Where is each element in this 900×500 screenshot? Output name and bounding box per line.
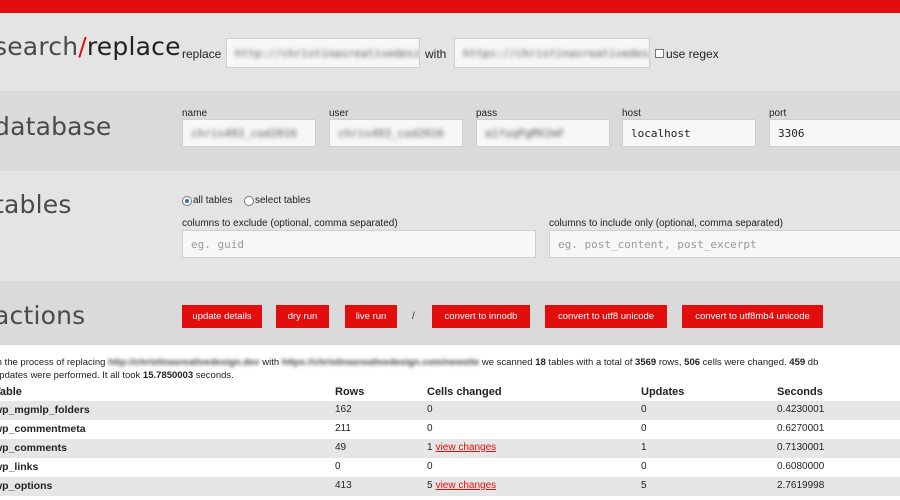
cells-changed-value: 0 bbox=[427, 461, 433, 472]
rows-cell: 211 bbox=[335, 423, 351, 434]
rows-cell: 162 bbox=[335, 404, 352, 415]
cells-changed-value: 1 bbox=[427, 442, 433, 453]
view-changes-link[interactable]: view changes bbox=[436, 442, 497, 453]
updates-cell: 0 bbox=[641, 461, 647, 472]
use-regex-checkbox[interactable] bbox=[655, 49, 664, 58]
col-header-table: Table bbox=[0, 386, 22, 398]
col-header-seconds: Seconds bbox=[777, 386, 823, 398]
table-name-cell: wp_mgmlp_folders bbox=[0, 404, 90, 416]
cells-changed-cell: 0 bbox=[427, 404, 433, 415]
seconds-cell: 2.7619998 bbox=[777, 480, 825, 491]
search-replace-title: search/replace bbox=[0, 32, 181, 61]
updates-cell: 5 bbox=[641, 480, 647, 491]
db-port-label: port bbox=[769, 108, 787, 119]
include-columns-label: columns to include only (optional, comma… bbox=[549, 218, 784, 229]
db-pass-label: pass bbox=[476, 108, 498, 119]
top-accent-bar bbox=[0, 0, 900, 13]
db-name-input[interactable]: chris493_cod2016 bbox=[182, 119, 316, 147]
with-input[interactable]: https://christinasreativedesign.com/news… bbox=[454, 38, 650, 68]
table-row: wp_links 0 0 0 0.6080000 bbox=[0, 458, 900, 477]
rows-cell: 0 bbox=[335, 461, 341, 472]
cells-changed-value: 0 bbox=[427, 404, 433, 415]
rows-cell: 413 bbox=[335, 480, 352, 491]
cells-changed-value: 0 bbox=[427, 423, 433, 434]
cells-changed-cell: 0 bbox=[427, 461, 433, 472]
cells-changed-value: 5 bbox=[427, 480, 433, 491]
table-row: wp_commentmeta 211 0 0 0.6270001 bbox=[0, 420, 900, 439]
updates-cell: 0 bbox=[641, 404, 647, 415]
table-row: wp_comments 49 1 view changes 1 0.7130001 bbox=[0, 439, 900, 458]
replace-input[interactable]: http://christinasreativedesign.dev bbox=[226, 38, 420, 68]
use-regex-label: use regex bbox=[666, 47, 719, 61]
table-row: wp_mgmlp_folders 162 0 0 0.4230001 bbox=[0, 401, 900, 420]
rows-cell: 49 bbox=[335, 442, 347, 453]
cells-changed-cell: 1 view changes bbox=[427, 442, 496, 453]
col-header-updates: Updates bbox=[641, 386, 685, 398]
tables-title: tables bbox=[0, 190, 72, 219]
exclude-columns-label: columns to exclude (optional, comma sepa… bbox=[182, 218, 398, 229]
include-columns-input[interactable]: eg. post_content, post_excerpt bbox=[549, 230, 900, 258]
db-port-input[interactable]: 3306 bbox=[769, 119, 900, 147]
col-header-cells-changed: Cells changed bbox=[427, 386, 502, 398]
cells-changed-cell: 5 view changes bbox=[427, 480, 496, 491]
live-run-button[interactable]: live run bbox=[345, 305, 397, 328]
convert-utf8-button[interactable]: convert to utf8 unicode bbox=[545, 305, 667, 328]
with-label: with bbox=[425, 47, 447, 61]
seconds-cell: 0.7130001 bbox=[777, 442, 825, 453]
table-row: wp_options4135view changes52.7619998 bbox=[0, 477, 900, 496]
db-pass-input[interactable]: a1foqPgMV2mF bbox=[476, 119, 610, 147]
table-name-cell: wp_commentmeta bbox=[0, 423, 86, 435]
seconds-cell: 0.6270001 bbox=[777, 423, 825, 434]
exclude-columns-input[interactable]: eg. guid bbox=[182, 230, 536, 258]
db-user-label: user bbox=[329, 108, 349, 119]
convert-innodb-button[interactable]: convert to innodb bbox=[432, 305, 530, 328]
convert-utf8mb4-button[interactable]: convert to utf8mb4 unicode bbox=[682, 305, 823, 328]
actions-title: actions bbox=[0, 301, 86, 330]
db-user-input[interactable]: chris493_cod2016 bbox=[329, 119, 463, 147]
db-host-label: host bbox=[622, 108, 641, 119]
updates-cell: 0 bbox=[641, 423, 647, 434]
db-host-input[interactable]: localhost bbox=[622, 119, 756, 147]
select-tables-label: select tables bbox=[255, 195, 311, 206]
table-name-cell: wp_options bbox=[0, 480, 53, 492]
col-header-rows: Rows bbox=[335, 386, 365, 398]
run-summary: In the process of replacing http://chris… bbox=[0, 357, 819, 381]
all-tables-radio[interactable] bbox=[182, 196, 192, 206]
actions-separator: / bbox=[412, 311, 415, 322]
dry-run-button[interactable]: dry run bbox=[276, 305, 329, 328]
table-name-cell: wp_links bbox=[0, 461, 39, 473]
view-changes-link[interactable]: view changes bbox=[436, 480, 497, 491]
all-tables-label: all tables bbox=[193, 195, 233, 206]
select-tables-radio[interactable] bbox=[244, 196, 254, 206]
cells-changed-cell: 0 bbox=[427, 423, 433, 434]
seconds-cell: 0.4230001 bbox=[777, 404, 825, 415]
database-title: database bbox=[0, 112, 112, 141]
table-name-cell: wp_comments bbox=[0, 442, 67, 454]
seconds-cell: 0.6080000 bbox=[777, 461, 825, 472]
update-details-button[interactable]: update details bbox=[182, 305, 262, 328]
updates-cell: 1 bbox=[641, 442, 647, 453]
replace-label: replace bbox=[182, 47, 222, 61]
db-name-label: name bbox=[182, 108, 208, 119]
